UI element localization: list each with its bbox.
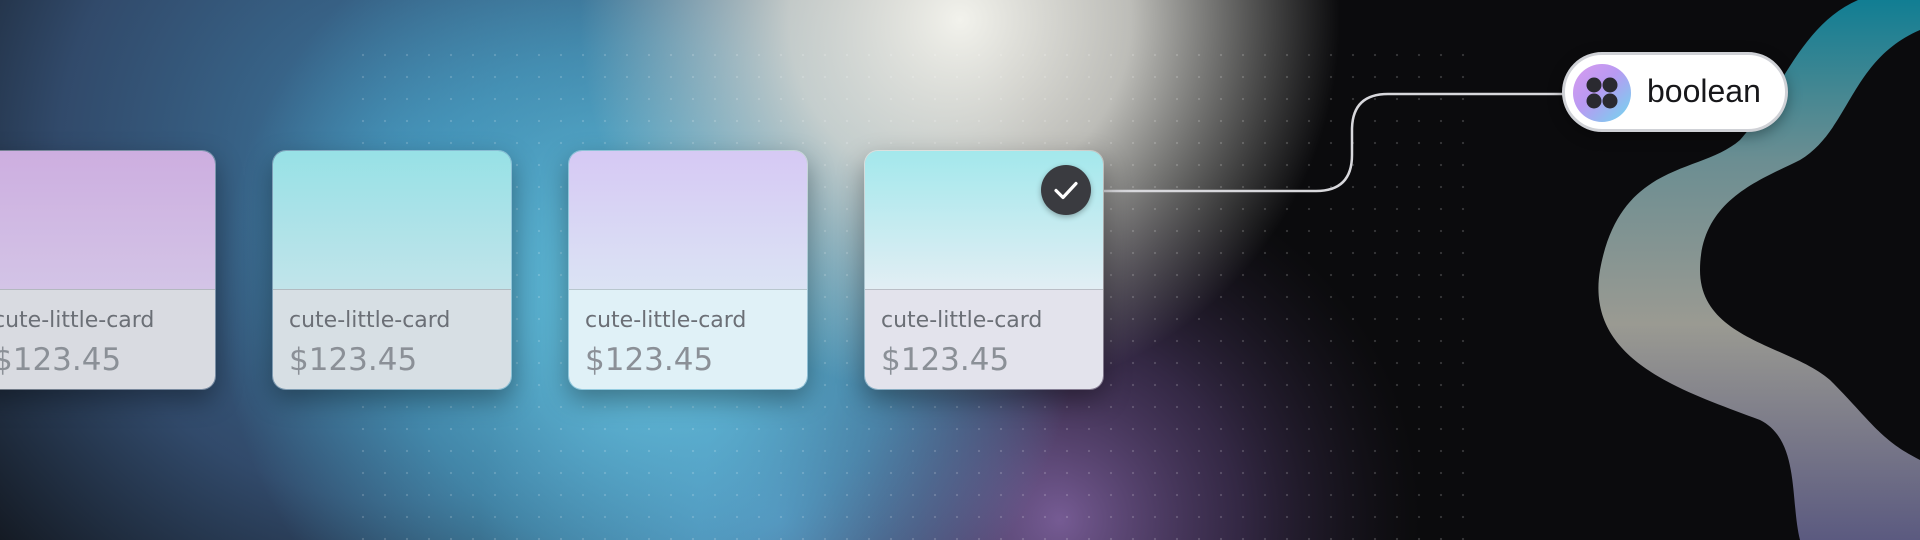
card-price: $123.45 — [585, 342, 714, 378]
card-name: cute-little-card — [585, 308, 747, 333]
card-name: cute-little-card — [881, 308, 1043, 333]
product-card[interactable]: cute-little-card $123.45 — [0, 150, 216, 390]
card-thumbnail — [273, 151, 511, 289]
card-thumbnail — [0, 151, 215, 289]
product-card-selected[interactable]: cute-little-card $123.45 — [864, 150, 1104, 390]
badge-label: boolean — [1647, 73, 1761, 109]
card-name: cute-little-card — [0, 308, 155, 333]
card-price: $123.45 — [0, 342, 122, 378]
four-dots-logo-icon — [1573, 64, 1631, 122]
card-thumbnail — [569, 151, 807, 289]
card-price: $123.45 — [289, 342, 418, 378]
card-price: $123.45 — [881, 342, 1010, 378]
product-card[interactable]: cute-little-card $123.45 — [272, 150, 512, 390]
checkmark-icon[interactable] — [1041, 165, 1091, 215]
boolean-badge[interactable]: boolean — [1562, 52, 1788, 132]
card-name: cute-little-card — [289, 308, 451, 333]
product-card[interactable]: cute-little-card $123.45 — [568, 150, 808, 390]
